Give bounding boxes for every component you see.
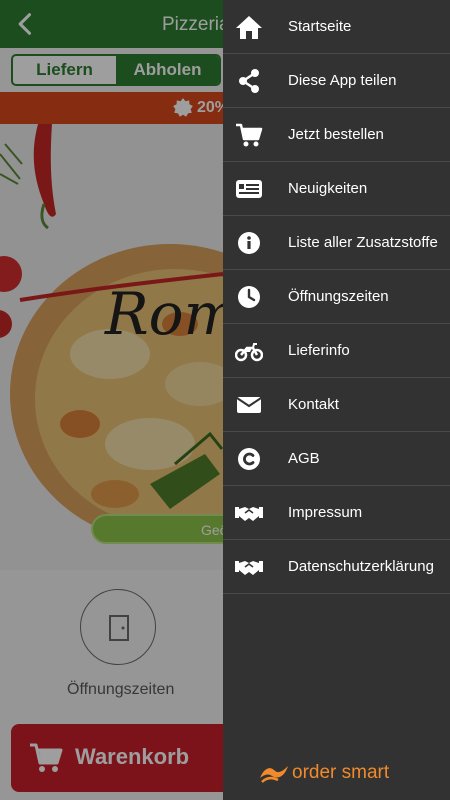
order-smart-logo-icon xyxy=(260,766,288,783)
copyright-icon xyxy=(238,448,260,470)
cart-icon xyxy=(236,123,263,147)
order-smart-brand: order smart xyxy=(258,762,418,788)
motorcycle-icon xyxy=(235,343,263,362)
share-icon xyxy=(239,69,259,93)
menu-label: Kontakt xyxy=(288,396,339,413)
menu-item-opening-hours[interactable]: Öffnungszeiten xyxy=(223,270,450,324)
info-icon xyxy=(238,232,260,254)
menu-item-contact[interactable]: Kontakt xyxy=(223,378,450,432)
handshake-icon xyxy=(235,561,263,575)
clock-icon xyxy=(238,286,260,308)
menu-label: AGB xyxy=(288,450,320,467)
menu-label: Lieferinfo xyxy=(288,342,350,359)
menu-item-order-now[interactable]: Jetzt bestellen xyxy=(223,108,450,162)
handshake-icon xyxy=(235,507,263,521)
brand-text: order smart xyxy=(292,762,390,783)
navigation-drawer: Startseite Diese App teilen Jetzt bestel… xyxy=(223,0,450,800)
menu-label: Startseite xyxy=(288,18,352,35)
mail-icon xyxy=(236,397,262,413)
menu-item-additives[interactable]: Liste aller Zusatzstoffe xyxy=(223,216,450,270)
home-icon xyxy=(236,16,262,39)
menu-label: Liste aller Zusatzstoffe xyxy=(288,234,438,251)
menu-item-agb[interactable]: AGB xyxy=(223,432,450,486)
menu-label: Öffnungszeiten xyxy=(288,288,389,305)
menu-label: Jetzt bestellen xyxy=(288,126,384,143)
menu-item-news[interactable]: Neuigkeiten xyxy=(223,162,450,216)
menu-label: Impressum xyxy=(288,504,363,521)
menu-item-delivery-info[interactable]: Lieferinfo xyxy=(223,324,450,378)
news-icon xyxy=(236,180,262,198)
menu-item-startseite[interactable]: Startseite xyxy=(223,0,450,54)
menu-label: Neuigkeiten xyxy=(288,180,368,197)
menu-label: Datenschutzerklärung xyxy=(288,558,434,575)
menu-item-privacy[interactable]: Datenschutzerklärung xyxy=(223,540,450,594)
menu-item-imprint[interactable]: Impressum xyxy=(223,486,450,540)
menu-item-share[interactable]: Diese App teilen xyxy=(223,54,450,108)
menu-label: Diese App teilen xyxy=(288,72,397,89)
